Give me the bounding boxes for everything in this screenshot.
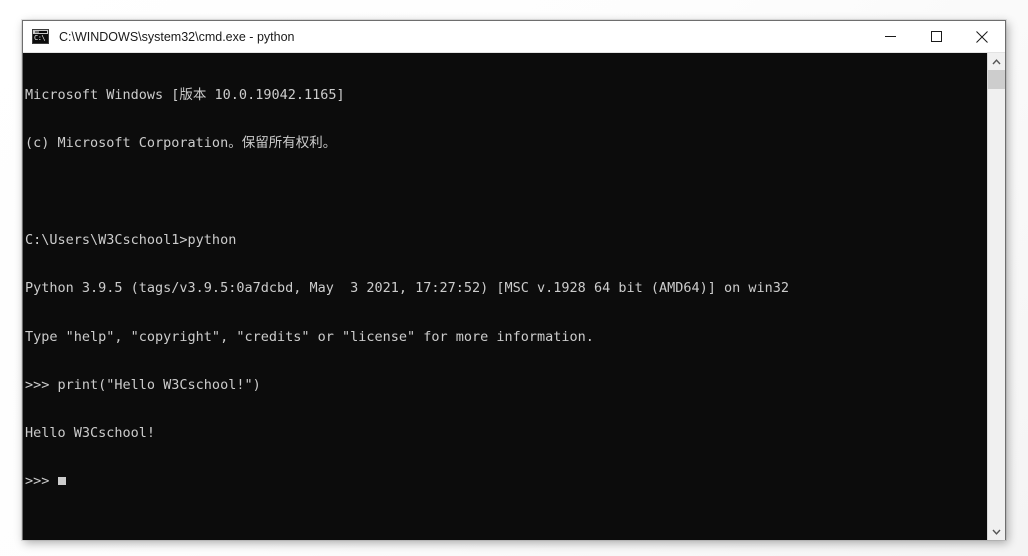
console-output-area[interactable]: Microsoft Windows [版本 10.0.19042.1165] (… (23, 53, 1005, 540)
close-icon (976, 30, 988, 43)
scroll-down-button[interactable] (988, 523, 1005, 540)
console-prompt-line: >>> (25, 473, 984, 489)
minimize-icon (884, 36, 896, 37)
console-line: >>> print("Hello W3Cschool!") (25, 376, 261, 393)
console-line: C:\Users\W3Cschool1>python (25, 232, 237, 249)
scroll-up-button[interactable] (988, 53, 1005, 70)
chevron-down-icon (992, 529, 1001, 535)
console-line: Python 3.9.5 (tags/v3.9.5:0a7dcbd, May 3… (25, 280, 790, 297)
console-scrollbar[interactable] (987, 53, 1005, 540)
cmd-icon-prompt-text: C:\ (34, 34, 46, 42)
scroll-thumb[interactable] (988, 70, 1005, 89)
console-line: (c) Microsoft Corporation。保留所有权利。 (25, 135, 337, 152)
console-line: Hello W3Cschool! (25, 425, 156, 442)
cmd-console-icon: C:\ (32, 29, 49, 44)
maximize-icon (930, 31, 942, 42)
block-cursor (57, 477, 66, 486)
console-line: Microsoft Windows [版本 10.0.19042.1165] (25, 87, 345, 104)
console-line: Type "help", "copyright", "credits" or "… (25, 328, 594, 345)
maximize-button[interactable] (913, 21, 959, 52)
title-bar-left: C:\ C:\WINDOWS\system32\cmd.exe - python (23, 29, 867, 44)
scroll-track[interactable] (988, 89, 1005, 523)
close-button[interactable] (959, 21, 1005, 52)
console-text-buffer: Microsoft Windows [版本 10.0.19042.1165] (… (25, 55, 984, 522)
window-title: C:\WINDOWS\system32\cmd.exe - python (59, 29, 295, 44)
cmd-console-window: C:\ C:\WINDOWS\system32\cmd.exe - python (22, 20, 1006, 540)
chevron-up-icon (992, 58, 1001, 64)
minimize-button[interactable] (867, 21, 913, 52)
python-prompt: >>> (25, 473, 58, 490)
title-bar[interactable]: C:\ C:\WINDOWS\system32\cmd.exe - python (23, 21, 1005, 53)
window-controls (867, 21, 1005, 52)
